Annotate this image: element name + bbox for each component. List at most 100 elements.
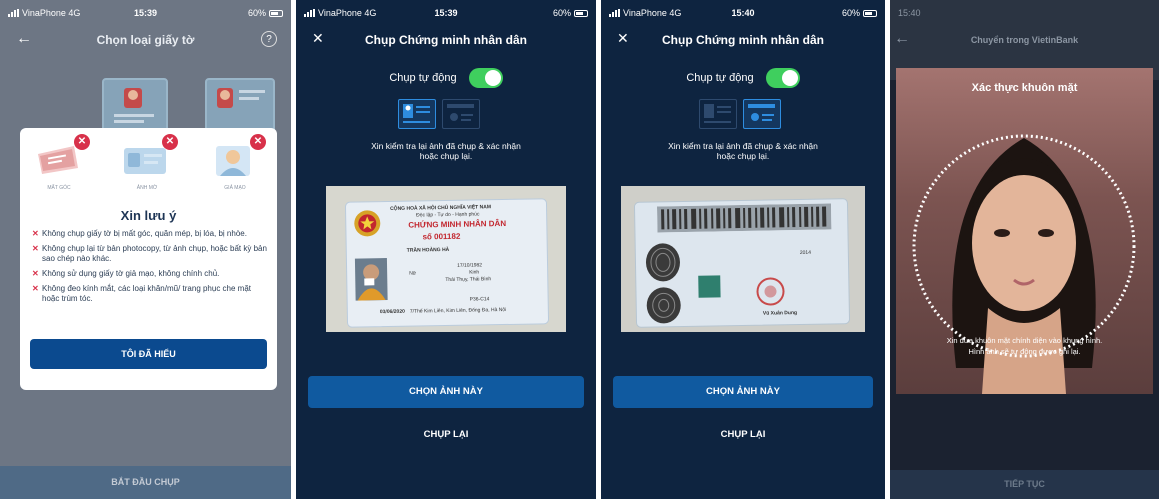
warning-caption: ẢNH MỜ <box>136 185 158 191</box>
warning-fake: ✕ GIẢ MẠO <box>200 134 270 202</box>
id-back-icon <box>748 104 775 121</box>
id-card-front: CỘNG HOÀ XÃ HỘI CHỦ NGHĨA VIỆT NAM Độc l… <box>344 198 550 328</box>
clock: 15:39 <box>133 8 158 18</box>
captured-back-photo: 2014 Vũ Xuân Dung <box>621 186 865 332</box>
warning-missing-corner: ✕ MẤT GÓC <box>24 134 94 202</box>
side-selector <box>398 99 480 129</box>
close-icon[interactable]: ✕ <box>617 30 629 47</box>
clock: 15:39 <box>434 8 458 18</box>
id-back-icon <box>447 104 474 121</box>
fingerprint-right <box>646 287 681 324</box>
card-code: P36-C14 <box>469 296 490 303</box>
review-hint: Xin kiểm tra lại ảnh đã chụp & xác nhận … <box>371 141 521 161</box>
id-card-back: 2014 Vũ Xuân Dung <box>633 198 851 328</box>
x-mark-icon: ✕ <box>32 229 39 238</box>
card-year: 2014 <box>799 249 812 256</box>
captured-front-photo: CỘNG HOÀ XÃ HỘI CHỦ NGHĨA VIỆT NAM Độc l… <box>326 186 566 332</box>
help-icon[interactable]: ? <box>261 31 277 47</box>
rule-item: ✕ Không đeo kính mắt, các loại khăn/mũ/ t… <box>32 284 252 303</box>
id-card-icon <box>217 88 265 108</box>
face-instruction: Xin đưa khuôn mặt chính diện vào khung h… <box>946 336 1103 356</box>
screen-choose-document: VinaPhone 4G 15:39 60% ← Chọn loại giấy … <box>0 0 291 499</box>
warning-caption: MẤT GÓC <box>47 185 71 191</box>
rule-item: ✕ Không sử dụng giấy tờ giả mạo, không ch… <box>32 269 220 278</box>
nav-bar: ✕ Chụp Chứng minh nhân dân <box>601 28 885 52</box>
face-verify-title: Xác thực khuôn mặt <box>971 82 1078 94</box>
portrait-photo <box>354 258 388 301</box>
nav-bar: ✕ Chụp Chứng minh nhân dân <box>296 28 596 52</box>
warning-blurry: ✕ ẢNH MỜ <box>112 134 182 202</box>
blurry-card-icon <box>124 148 166 174</box>
fake-person-icon <box>216 146 250 176</box>
rules-list: ✕ Không chụp giấy tờ bị mất góc, quăn mép… <box>32 229 267 309</box>
choose-photo-button[interactable]: CHỌN ẢNH NÀY <box>308 376 584 408</box>
front-side-tab[interactable] <box>398 99 436 129</box>
card-name: TRẦN HOÀNG HÀ <box>406 246 450 254</box>
auto-capture-label: Chụp tự động <box>686 72 754 84</box>
nav-bar: ← Chọn loại giấy tờ ? <box>0 28 291 52</box>
id-card-icon <box>114 88 154 123</box>
error-x-icon: ✕ <box>162 134 178 150</box>
nav-bar: ← Chuyển trong VietinBank <box>890 28 1159 52</box>
auto-capture-row: Chụp tự động <box>296 68 596 88</box>
card-number: số 001182 <box>422 231 461 242</box>
card-title: CHỨNG MINH NHÂN DÂN <box>408 218 507 230</box>
auto-capture-toggle[interactable] <box>468 68 503 88</box>
card-ethnic: Kinh <box>469 269 480 276</box>
back-arrow-icon[interactable]: ← <box>16 30 32 48</box>
card-address: 7/Thế Kim Liên, Kim Liên, Đống Đa, Hà Nộ… <box>409 306 507 315</box>
card-gender: Nữ <box>409 270 417 277</box>
start-capture-button[interactable]: BẮT ĐẦU CHỤP <box>0 466 291 499</box>
auto-capture-row: Chụp tự động <box>601 68 885 88</box>
status-bar: 15:40 <box>890 6 1159 20</box>
auto-capture-label: Chụp tự động <box>389 72 457 84</box>
clock: 15:40 <box>731 8 755 18</box>
retake-button[interactable]: CHỤP LẠI <box>296 429 596 440</box>
red-stamp <box>756 277 785 306</box>
close-icon[interactable]: ✕ <box>312 30 324 47</box>
status-bar: VinaPhone 4G 15:39 60% <box>296 6 596 20</box>
back-side-tab[interactable] <box>743 99 781 129</box>
battery-icon <box>574 9 588 17</box>
notice-dialog: ✕ MẤT GÓC ✕ ẢNH MỜ ✕ GIẢ MẠO Xin lưu ý ✕… <box>20 128 277 390</box>
card-issued: 03/06/2020 <box>379 308 405 316</box>
barcode-strip <box>657 203 832 233</box>
error-x-icon: ✕ <box>250 134 266 150</box>
auto-capture-toggle[interactable] <box>765 68 800 88</box>
back-side-tab[interactable] <box>442 99 480 129</box>
understood-button[interactable]: TÔI ĐÃ HIỂU <box>30 339 267 369</box>
card-header-2: Độc lập - Tự do - Hạnh phúc <box>416 211 480 219</box>
choose-photo-button[interactable]: CHỌN ẢNH NÀY <box>613 376 873 408</box>
retake-button[interactable]: CHỤP LẠI <box>601 429 885 440</box>
document-option-cmnd[interactable] <box>102 78 168 134</box>
x-mark-icon: ✕ <box>32 284 39 293</box>
warning-caption: GIẢ MẠO <box>224 185 246 191</box>
national-emblem-icon <box>354 210 381 237</box>
screen-capture-back: VinaPhone 4G 15:40 60% ✕ Chụp Chứng minh… <box>601 0 885 499</box>
status-bar: VinaPhone 4G 15:40 60% <box>601 6 885 20</box>
screen-face-verification: 15:40 ← Chuyển trong VietinBank Xác thực… <box>890 0 1159 499</box>
card-origin: Thái Thụy, Thái Bình <box>445 276 492 284</box>
page-title: Chuyển trong VietinBank <box>970 35 1079 45</box>
back-arrow-icon[interactable]: ← <box>894 30 910 48</box>
battery-icon <box>269 9 283 17</box>
side-selector <box>699 99 781 129</box>
hologram-seal <box>698 275 721 298</box>
torn-card-icon <box>38 146 78 174</box>
page-title: Chụp Chứng minh nhân dân <box>662 33 824 47</box>
review-hint: Xin kiểm tra lại ảnh đã chụp & xác nhận … <box>668 141 818 161</box>
card-dob: 17/10/1982 <box>456 262 483 269</box>
clock: 15:40 <box>898 8 921 18</box>
x-mark-icon: ✕ <box>32 269 39 278</box>
document-option-cccd[interactable] <box>205 78 275 134</box>
continue-button[interactable]: TIẾP TỤC <box>890 470 1159 499</box>
dialog-title: Xin lưu ý <box>120 208 177 223</box>
front-side-tab[interactable] <box>699 99 737 129</box>
rule-item: ✕ Không chụp giấy tờ bị mất góc, quăn mép… <box>32 229 247 238</box>
id-front-icon <box>403 104 430 123</box>
rule-item: ✕ Không chụp lại từ bản photocopy, từ ảnh… <box>32 244 267 263</box>
id-front-icon <box>704 104 731 123</box>
status-bar: VinaPhone 4G 15:39 60% <box>0 6 291 20</box>
battery-icon <box>863 9 877 17</box>
page-title: Chọn loại giấy tờ <box>96 33 195 47</box>
